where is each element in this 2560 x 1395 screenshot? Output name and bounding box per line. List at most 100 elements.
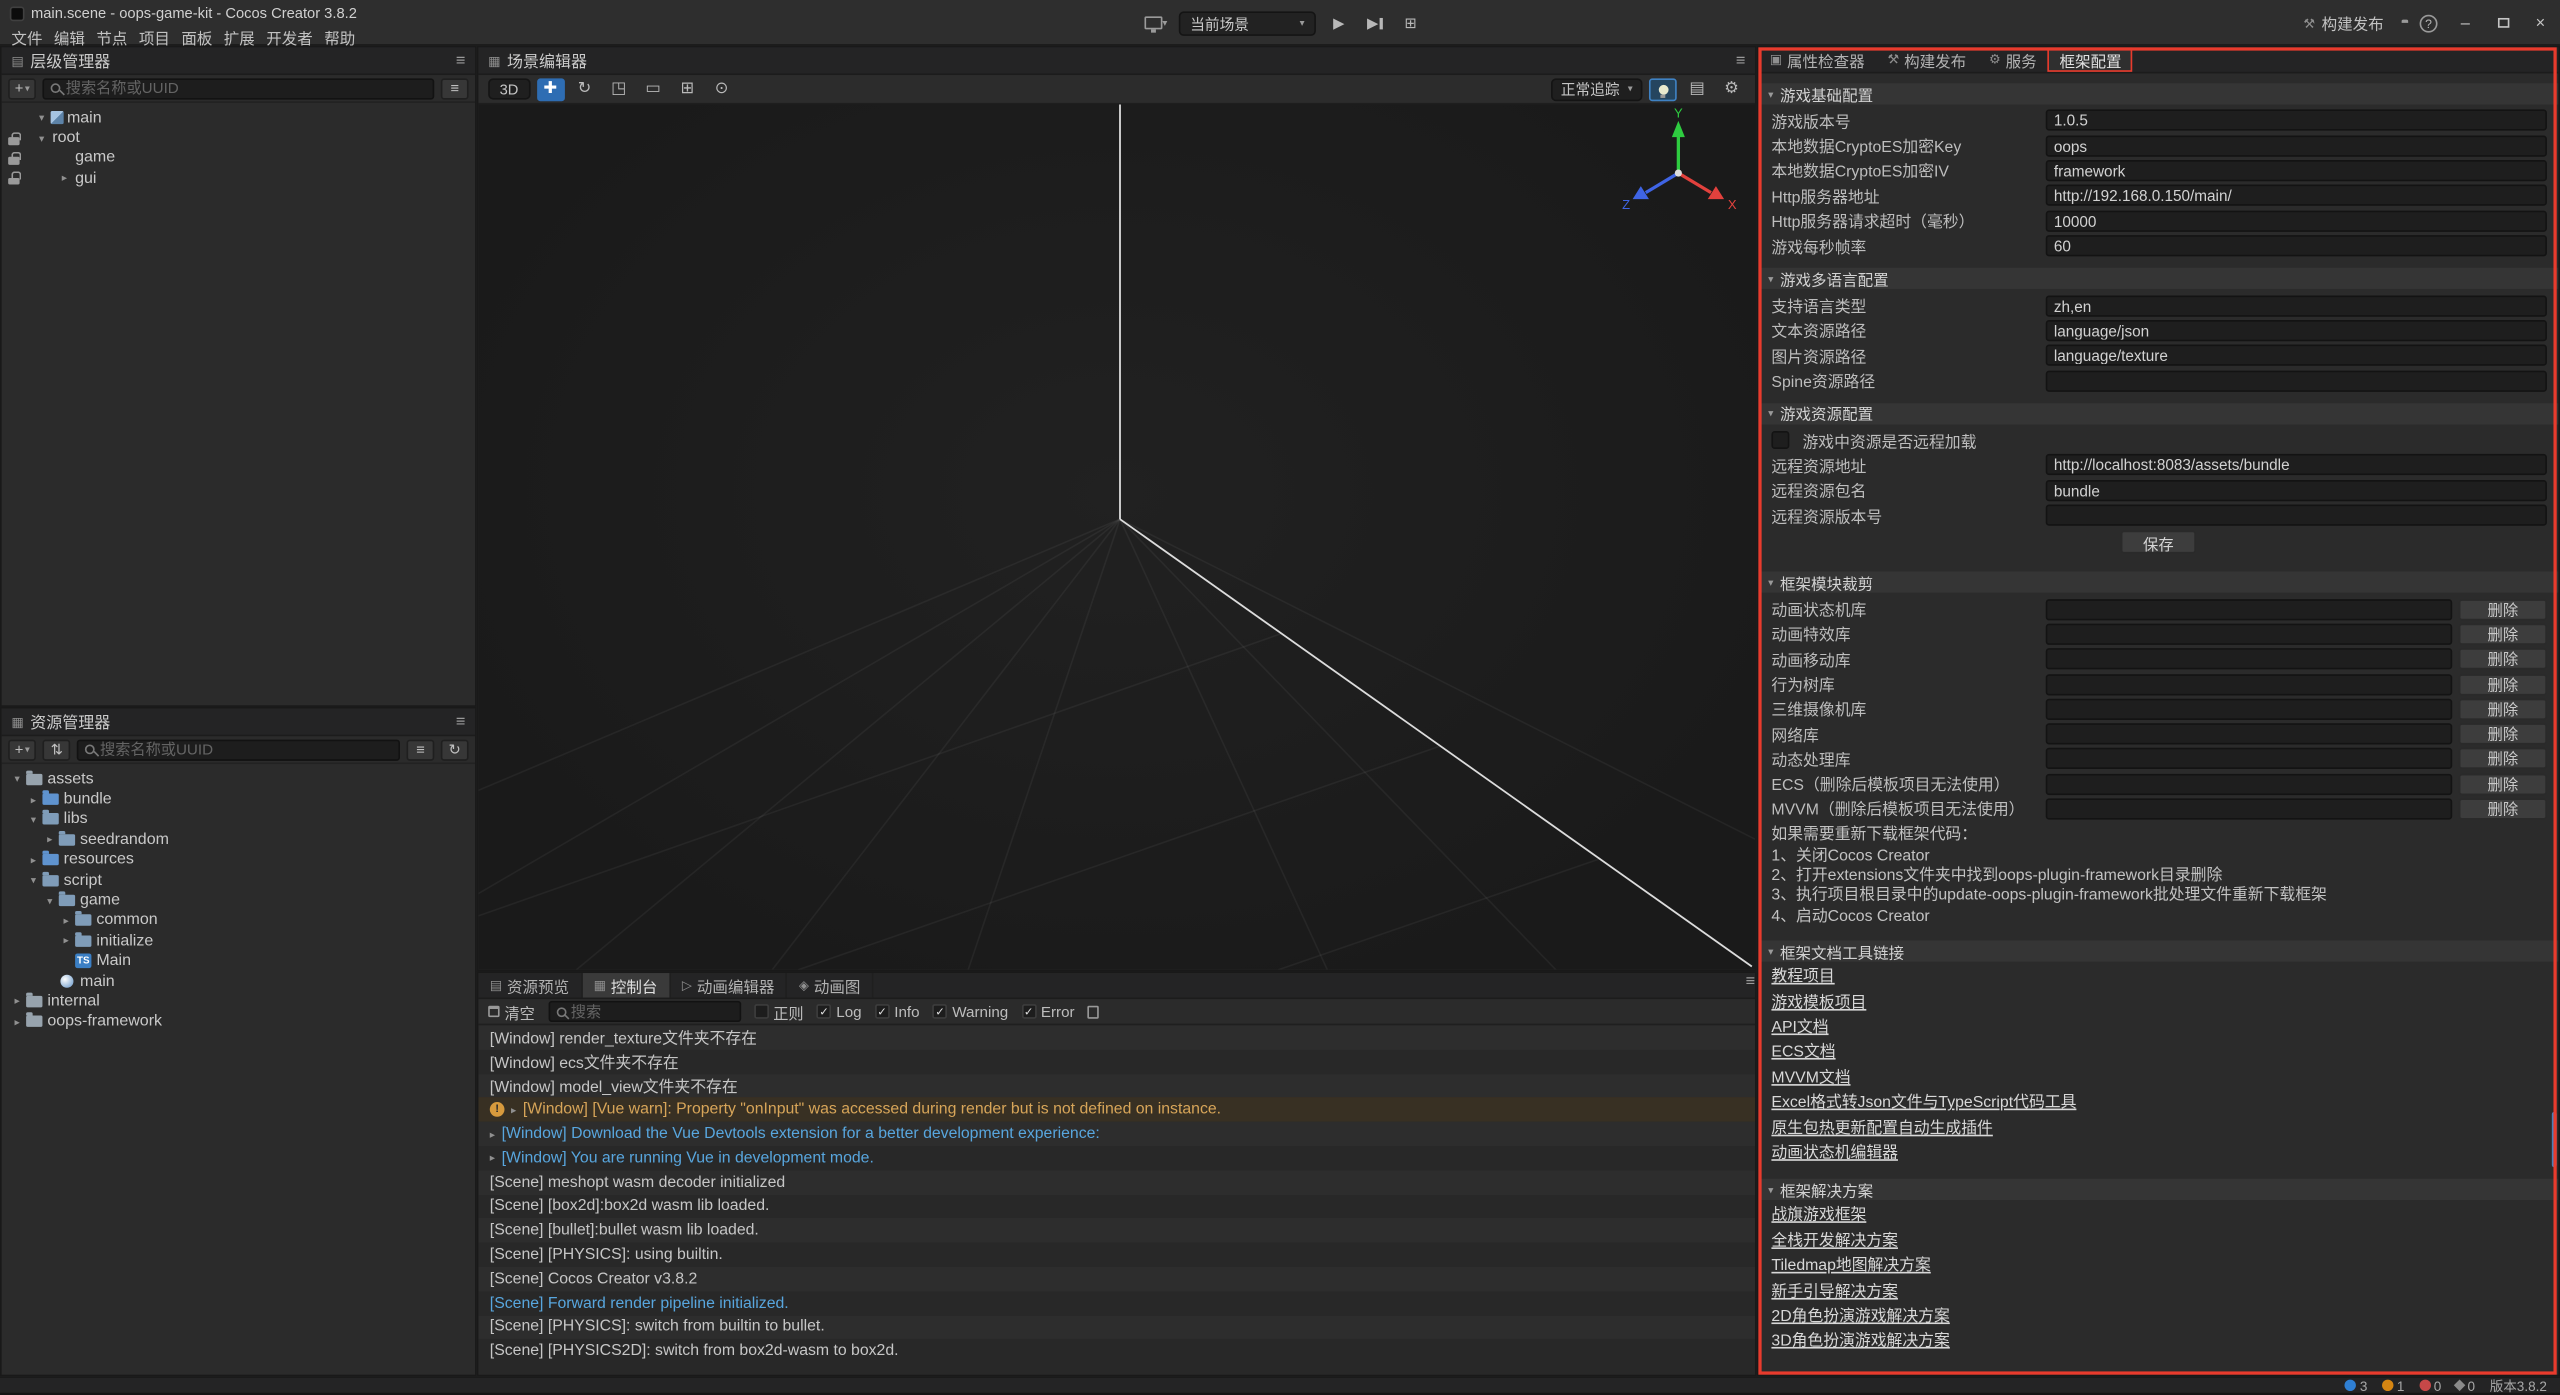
- assets-filter-button[interactable]: ≡: [407, 739, 435, 760]
- pivot-toggle-button[interactable]: ⊞: [673, 78, 701, 101]
- asset-count-badge[interactable]: 0: [2456, 1377, 2475, 1393]
- delete-button[interactable]: 删除: [2459, 748, 2547, 769]
- log-row[interactable]: [Window] render_texture文件夹不存在: [478, 1025, 1755, 1049]
- solution-link[interactable]: 全栈开发解决方案: [1771, 1229, 1898, 1254]
- section-module-trim[interactable]: ▾框架模块裁剪: [1758, 572, 2558, 593]
- remote-bundle-input[interactable]: [2046, 480, 2547, 501]
- log-row[interactable]: [Scene] [PHYSICS2D]: switch from box2d-w…: [478, 1339, 1755, 1363]
- close-button[interactable]: ×: [2531, 14, 2551, 32]
- scene-select[interactable]: 当前场景▾: [1179, 11, 1316, 35]
- expand-caret-icon[interactable]: ▸: [59, 914, 74, 927]
- log-row-info[interactable]: ▸[Window] Download the Vue Devtools exte…: [478, 1122, 1755, 1146]
- tree-node-game[interactable]: ▸ game: [2, 148, 475, 168]
- fps-input[interactable]: [2046, 235, 2547, 256]
- tab-animation-graph[interactable]: ◈动画图: [787, 973, 873, 997]
- doc-link[interactable]: ECS文档: [1771, 1041, 1835, 1066]
- remote-url-input[interactable]: [2046, 455, 2547, 476]
- error-count-badge[interactable]: 0: [2419, 1377, 2441, 1393]
- filter-info-checkbox[interactable]: Info: [875, 1003, 920, 1019]
- inspector-scrollbar[interactable]: [2552, 1112, 2557, 1168]
- collapse-caret-icon[interactable]: ▾: [42, 894, 57, 907]
- hierarchy-menu-button[interactable]: ≡: [456, 51, 466, 69]
- scene-menu-button[interactable]: ≡: [1736, 51, 1746, 69]
- axis-gizmo[interactable]: Y X Z: [1618, 104, 1739, 222]
- remote-load-checkbox-row[interactable]: 游戏中资源是否远程加载: [1758, 428, 2558, 453]
- save-button[interactable]: 保存: [2121, 531, 2196, 554]
- filter-error-checkbox[interactable]: Error: [1021, 1003, 1074, 1019]
- expand-caret-icon[interactable]: ▸: [10, 1015, 25, 1028]
- rect-tool-button[interactable]: ▭: [639, 78, 667, 101]
- delete-button[interactable]: 删除: [2459, 698, 2547, 719]
- expand-caret-icon[interactable]: ▸: [26, 793, 41, 806]
- log-row[interactable]: [Scene] Cocos Creator v3.8.2: [478, 1267, 1755, 1291]
- remote-version-input[interactable]: [2046, 505, 2547, 526]
- tab-frame-config[interactable]: 框架配置: [2048, 47, 2133, 71]
- tab-asset-preview[interactable]: ▤资源预览: [478, 973, 582, 997]
- tab-build-publish[interactable]: ⚒构建发布: [1876, 47, 1978, 71]
- lock-icon[interactable]: [8, 132, 19, 145]
- tab-console[interactable]: ▦控制台: [582, 973, 670, 997]
- game-version-input[interactable]: [2046, 110, 2547, 131]
- console-menu-button[interactable]: ≡: [1746, 973, 1756, 997]
- tracking-select[interactable]: 正常追踪▾: [1551, 78, 1642, 101]
- spine-path-input[interactable]: [2046, 370, 2547, 391]
- refresh-assets-button[interactable]: ↻: [441, 739, 469, 760]
- crypto-key-input[interactable]: [2046, 135, 2547, 156]
- move-tool-button[interactable]: ✚: [536, 78, 564, 101]
- tab-service[interactable]: ⚙服务: [1978, 47, 2049, 71]
- build-publish-button[interactable]: ⚒构建发布: [2303, 11, 2383, 34]
- asset-row-oops-framework[interactable]: ▸oops-framework: [2, 1012, 475, 1032]
- doc-link[interactable]: Excel格式转Json文件与TypeScript代码工具: [1771, 1091, 2076, 1116]
- collapse-caret-icon[interactable]: ▾: [34, 132, 49, 145]
- asset-row-initialize[interactable]: ▸initialize: [2, 931, 475, 951]
- create-node-button[interactable]: +▾: [8, 78, 36, 99]
- asset-row-internal[interactable]: ▸internal: [2, 992, 475, 1012]
- doc-link[interactable]: MVVM文档: [1771, 1066, 1850, 1091]
- solution-link[interactable]: 3D角色扮演游戏解决方案: [1771, 1330, 1949, 1355]
- section-doc-links[interactable]: ▾框架文档工具链接: [1758, 941, 2558, 962]
- maximize-button[interactable]: [2493, 18, 2513, 28]
- play-button[interactable]: ▶: [1326, 11, 1352, 35]
- languages-input[interactable]: [2046, 295, 2547, 316]
- filter-log-checkbox[interactable]: Log: [817, 1003, 862, 1019]
- console-search-input[interactable]: [571, 1003, 733, 1019]
- hierarchy-filter-button[interactable]: ≡: [441, 78, 469, 99]
- tree-node-main[interactable]: ▾ main: [2, 108, 475, 128]
- scene-view-options-button[interactable]: ▤: [1683, 78, 1711, 101]
- rotate-tool-button[interactable]: ↻: [571, 78, 599, 101]
- log-row-info[interactable]: [Scene] Forward render pipeline initiali…: [478, 1291, 1755, 1315]
- filter-warning-checkbox[interactable]: Warning: [933, 1003, 1009, 1019]
- solution-link[interactable]: 2D角色扮演游戏解决方案: [1771, 1305, 1949, 1330]
- clear-console-button[interactable]: 清空: [488, 1000, 535, 1023]
- log-row[interactable]: [Scene] [PHYSICS]: switch from builtin t…: [478, 1315, 1755, 1339]
- expand-caret-icon[interactable]: ▸: [57, 172, 72, 185]
- layout-button[interactable]: ⊞: [1398, 11, 1424, 35]
- http-server-input[interactable]: [2046, 185, 2547, 206]
- preview-platform-button[interactable]: ▾: [1143, 11, 1169, 35]
- assets-menu-button[interactable]: ≡: [456, 713, 466, 731]
- section-resource-config[interactable]: ▾游戏资源配置: [1758, 403, 2558, 424]
- delete-button[interactable]: 删除: [2459, 599, 2547, 620]
- checkbox-icon[interactable]: [1771, 431, 1789, 449]
- log-row-info[interactable]: ▸[Window] You are running Vue in develop…: [478, 1146, 1755, 1170]
- crypto-iv-input[interactable]: [2046, 160, 2547, 181]
- doc-link[interactable]: 教程项目: [1771, 965, 1834, 990]
- step-button[interactable]: ▶: [1362, 11, 1388, 35]
- scale-tool-button[interactable]: ◳: [605, 78, 633, 101]
- tab-inspector[interactable]: ▣属性检查器: [1758, 47, 1876, 71]
- minimize-button[interactable]: –: [2456, 14, 2476, 32]
- log-row[interactable]: [Window] ecs文件夹不存在: [478, 1049, 1755, 1073]
- expand-caret-icon[interactable]: ▸: [42, 833, 57, 846]
- image-path-input[interactable]: [2046, 345, 2547, 366]
- collapse-caret-icon[interactable]: ▾: [26, 874, 41, 887]
- lighting-toggle-button[interactable]: [1649, 78, 1677, 101]
- asset-row-common[interactable]: ▸common: [2, 911, 475, 931]
- solution-link[interactable]: 新手引导解决方案: [1771, 1279, 1898, 1304]
- scene-viewport[interactable]: Y X Z: [478, 104, 1755, 969]
- tab-animation-editor[interactable]: ▷动画编辑器: [670, 973, 787, 997]
- log-row[interactable]: [Window] model_view文件夹不存在: [478, 1074, 1755, 1098]
- expand-caret-icon[interactable]: ▸: [511, 1103, 516, 1116]
- log-row[interactable]: [Scene] [box2d]:box2d wasm lib loaded.: [478, 1194, 1755, 1218]
- tree-node-gui[interactable]: ▸ gui: [2, 168, 475, 188]
- section-basic-config[interactable]: ▾游戏基础配置: [1758, 83, 2558, 104]
